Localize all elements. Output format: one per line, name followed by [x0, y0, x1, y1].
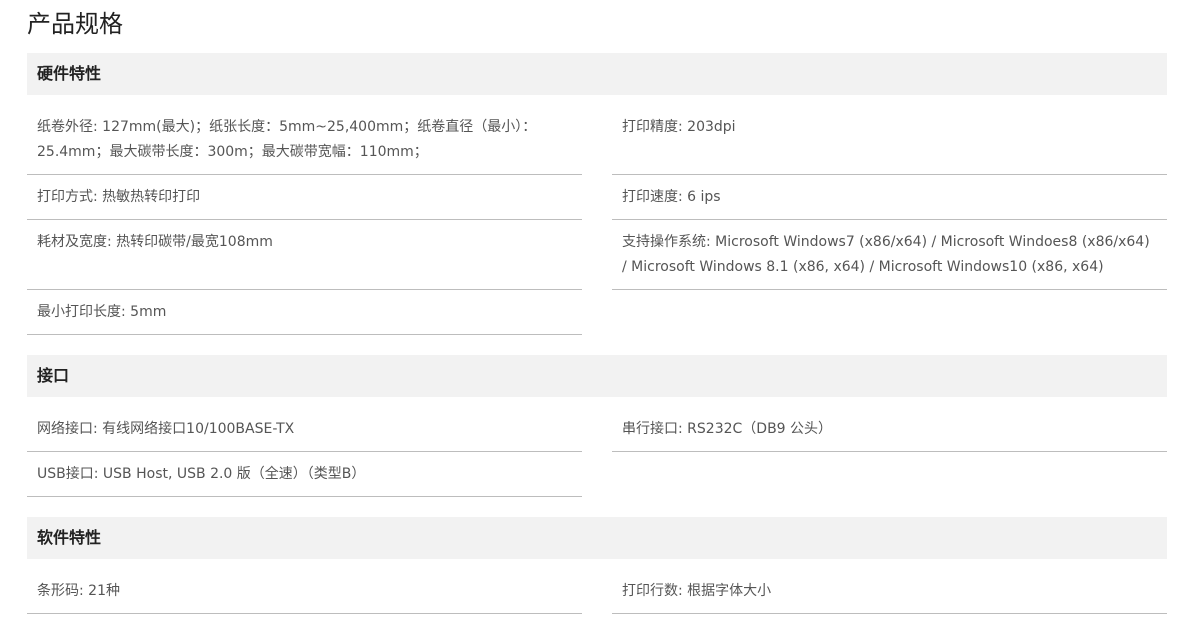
spec-value: 5mm	[130, 304, 167, 320]
spec-label: 串行接口:	[622, 421, 683, 437]
spec-label: 耗材及宽度:	[37, 234, 112, 250]
section-header-interfaces: 接口	[27, 355, 1167, 397]
spec-value: USB Host, USB 2.0 版（全速）（类型B）	[102, 466, 366, 482]
spec-supported-os: 支持操作系统: Microsoft Windows7 (x86/x64) / M…	[612, 230, 1167, 290]
spec-value: 127mm(最大)；纸张长度：5mm~25,400mm；纸卷直径（最小）：25.…	[37, 119, 537, 160]
spec-label: 打印方式:	[37, 189, 98, 205]
spec-value: 热转印碳带/最宽108mm	[116, 234, 273, 250]
spec-label: 打印行数:	[622, 583, 683, 599]
spec-print-speed: 打印速度: 6 ips	[612, 185, 1167, 220]
page-title: 产品规格	[27, 10, 123, 38]
spec-paper-roll: 纸卷外径: 127mm(最大)；纸张长度：5mm~25,400mm；纸卷直径（最…	[27, 115, 582, 175]
spec-value: RS232C（DB9 公头）	[687, 421, 833, 437]
spec-label: 网络接口:	[37, 421, 98, 437]
spec-label: 打印精度:	[622, 119, 683, 135]
spec-min-print-length: 最小打印长度: 5mm	[27, 300, 582, 335]
spec-serial-interface: 串行接口: RS232C（DB9 公头）	[612, 417, 1167, 452]
spec-value: 6 ips	[687, 189, 721, 205]
spec-consumables: 耗材及宽度: 热转印碳带/最宽108mm	[27, 230, 582, 290]
spec-label: 打印速度:	[622, 189, 683, 205]
section-header-software: 软件特性	[27, 517, 1167, 559]
spec-value: 热敏热转印打印	[102, 189, 201, 205]
spec-value: 有线网络接口10/100BASE-TX	[102, 421, 295, 437]
spec-network-interface: 网络接口: 有线网络接口10/100BASE-TX	[27, 417, 582, 452]
spec-value: 根据字体大小	[687, 583, 772, 599]
spec-label: 纸卷外径:	[37, 119, 98, 135]
spec-label: USB接口:	[37, 466, 99, 482]
spec-value: 21种	[88, 583, 120, 599]
spec-print-lines: 打印行数: 根据字体大小	[612, 579, 1167, 614]
spec-label: 支持操作系统:	[622, 234, 711, 250]
spec-value: 203dpi	[687, 119, 736, 135]
spec-print-resolution: 打印精度: 203dpi	[612, 115, 1167, 175]
spec-usb-interface: USB接口: USB Host, USB 2.0 版（全速）（类型B）	[27, 462, 582, 497]
spec-barcodes: 条形码: 21种	[27, 579, 582, 614]
spec-print-method: 打印方式: 热敏热转印打印	[27, 185, 582, 220]
section-header-hardware: 硬件特性	[27, 53, 1167, 95]
spec-label: 最小打印长度:	[37, 304, 126, 320]
spec-label: 条形码:	[37, 583, 84, 599]
